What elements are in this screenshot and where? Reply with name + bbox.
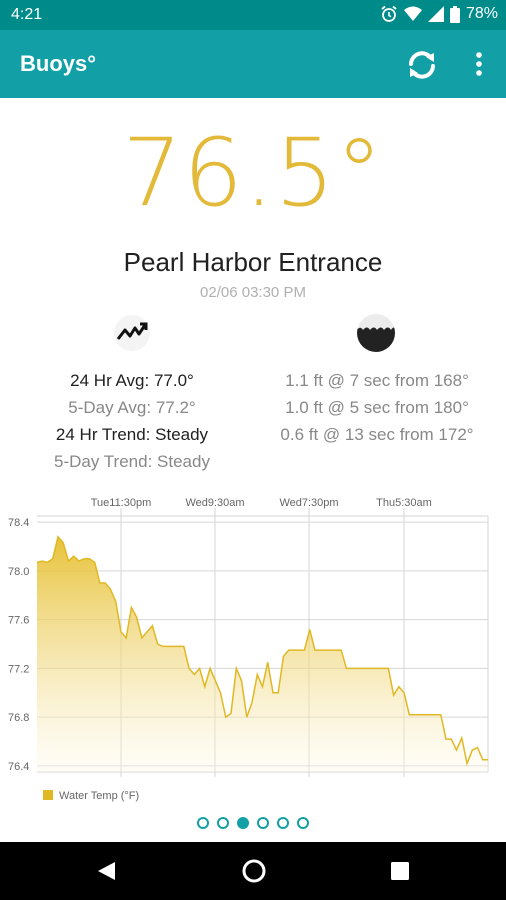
app-bar: Buoys° <box>0 30 506 98</box>
home-icon <box>242 859 266 883</box>
wifi-icon <box>403 6 422 21</box>
y-tick-label: 76.4 <box>8 761 29 773</box>
wave-icon <box>356 313 396 353</box>
page-dot[interactable] <box>277 817 289 829</box>
back-button[interactable] <box>76 842 136 900</box>
x-tick-label: Wed9:30am <box>185 497 244 509</box>
page-dot[interactable] <box>257 817 269 829</box>
temperature-stats: 24 Hr Avg: 77.0° 5-Day Avg: 77.2° 24 Hr … <box>0 367 264 475</box>
status-icons: 78% <box>380 5 498 23</box>
legend-label: Water Temp (°F) <box>59 790 139 802</box>
battery-icon <box>449 5 460 23</box>
x-tick-label: Wed7:30pm <box>279 497 338 509</box>
wave-line-3: 0.6 ft @ 13 sec from 172° <box>280 425 474 444</box>
water-temp-chart[interactable]: 78.4 78.0 77.6 77.2 76.8 76.4 Tue11:30pm Wed9:… <box>0 490 506 812</box>
y-tick-label: 78.4 <box>8 517 29 529</box>
y-tick-label: 76.8 <box>8 712 29 724</box>
more-options-button[interactable] <box>466 47 492 83</box>
water-temp-area <box>37 536 488 772</box>
x-tick-label: Thu5:30am <box>376 497 432 509</box>
page-dot[interactable] <box>297 817 309 829</box>
wave-line-2: 1.0 ft @ 5 sec from 180° <box>285 398 469 417</box>
page-indicator <box>0 817 506 829</box>
station-name: Pearl Harbor Entrance <box>123 247 383 277</box>
current-temperature: 76.5° <box>122 119 384 228</box>
reading-timestamp: 02/06 03:30 PM <box>200 284 306 301</box>
trend-24hr: 24 Hr Trend: Steady <box>55 425 209 444</box>
trend-up-icon <box>113 314 151 352</box>
home-button[interactable] <box>224 842 284 900</box>
x-tick-label: Tue11:30pm <box>91 497 152 509</box>
battery-percent: 78% <box>465 5 498 22</box>
avg-24hr: 24 Hr Avg: 77.0° <box>70 371 194 390</box>
navigation-bar <box>0 842 506 900</box>
y-axis-ticks: 78.4 78.0 77.6 77.2 76.8 76.4 <box>8 517 29 773</box>
y-tick-label: 78.0 <box>8 566 29 578</box>
refresh-button[interactable] <box>402 45 442 85</box>
status-time: 4:21 <box>11 6 43 23</box>
app-title: Buoys° <box>20 51 97 76</box>
wave-line-1: 1.1 ft @ 7 sec from 168° <box>285 371 469 390</box>
x-axis-ticks: Tue11:30pm Wed9:30am Wed7:30pm Thu5:30am <box>91 497 432 509</box>
signal-icon <box>427 6 444 22</box>
back-icon <box>98 862 115 880</box>
legend-swatch <box>43 790 53 800</box>
page-dot[interactable] <box>217 817 229 829</box>
wave-stats: 1.1 ft @ 7 sec from 168° 1.0 ft @ 5 sec … <box>252 367 502 448</box>
trend-5day: 5-Day Trend: Steady <box>54 452 210 471</box>
page-dot[interactable] <box>237 817 249 829</box>
refresh-icon <box>409 51 435 79</box>
more-vert-icon <box>476 52 482 76</box>
page-dot[interactable] <box>197 817 209 829</box>
recents-icon <box>391 862 409 880</box>
alarm-icon <box>381 5 397 22</box>
status-bar: 4:21 78% <box>0 0 506 30</box>
y-tick-label: 77.6 <box>8 615 29 627</box>
avg-5day: 5-Day Avg: 77.2° <box>68 398 196 417</box>
recents-button[interactable] <box>370 842 430 900</box>
y-tick-label: 77.2 <box>8 663 29 675</box>
